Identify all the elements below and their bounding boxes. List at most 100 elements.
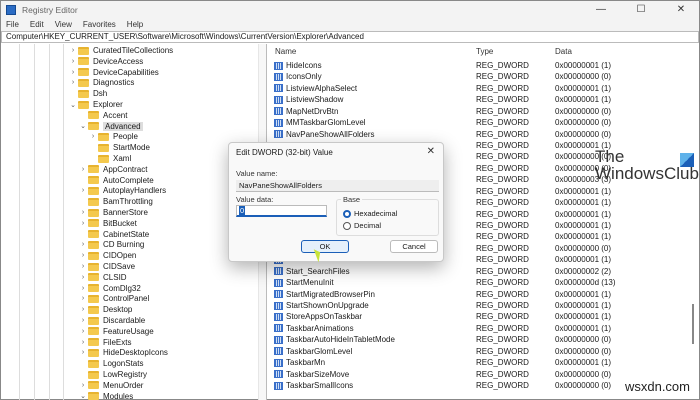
tree-item-label: ControlPanel: [103, 294, 150, 304]
tree-item[interactable]: › CLSID: [79, 272, 127, 283]
tree-item[interactable]: › Desktop: [79, 304, 133, 315]
tree-item[interactable]: StartMode: [89, 142, 150, 153]
tree-item[interactable]: ⌄ Explorer: [69, 99, 123, 110]
expand-chevron-icon[interactable]: ›: [69, 79, 77, 86]
tree-item[interactable]: › BitBucket: [79, 218, 137, 229]
expand-chevron-icon[interactable]: ⌄: [69, 101, 77, 109]
expand-chevron-icon[interactable]: ›: [79, 306, 87, 313]
expand-chevron-icon[interactable]: ›: [79, 220, 87, 227]
value-row[interactable]: NavPaneShowAllFolders REG_DWORD 0x00000000…: [271, 129, 691, 140]
value-data: 0x00000001 (1): [555, 186, 612, 196]
column-header-name[interactable]: Name: [275, 47, 296, 59]
menu-favorites[interactable]: Favorites: [83, 20, 116, 29]
value-row[interactable]: HideIcons REG_DWORD 0x00000001 (1): [271, 60, 691, 71]
reg-dword-icon: [274, 301, 283, 310]
tree-item[interactable]: › MenuOrder: [79, 380, 144, 391]
tree-item[interactable]: › FileExts: [79, 337, 132, 348]
tree-item[interactable]: › FeatureUsage: [79, 326, 154, 337]
expand-chevron-icon[interactable]: ›: [69, 69, 77, 76]
value-row[interactable]: MMTaskbarGlomLevel REG_DWORD 0x00000000 (0…: [271, 117, 691, 128]
minimize-button[interactable]: —: [581, 1, 621, 18]
expand-chevron-icon[interactable]: ⌄: [79, 392, 87, 400]
tree-item[interactable]: Accent: [79, 110, 127, 121]
menu-help[interactable]: Help: [127, 20, 143, 29]
tree-item[interactable]: › HideDesktopIcons: [79, 347, 168, 358]
expand-chevron-icon[interactable]: ›: [79, 317, 87, 324]
close-button[interactable]: ✕: [661, 1, 700, 18]
value-row[interactable]: StoreAppsOnTaskbar REG_DWORD 0x00000001 (1…: [271, 311, 691, 322]
tree-item[interactable]: LogonStats: [79, 358, 143, 369]
list-scrollbar[interactable]: [692, 304, 694, 344]
expand-chevron-icon[interactable]: ⌄: [79, 122, 87, 130]
value-row[interactable]: ListviewShadow REG_DWORD 0x00000001 (1): [271, 94, 691, 105]
tree-item[interactable]: › DeviceCapabilities: [69, 67, 159, 78]
expand-chevron-icon[interactable]: ›: [79, 382, 87, 389]
expand-chevron-icon[interactable]: ›: [89, 133, 97, 140]
decimal-radio[interactable]: Decimal: [343, 221, 381, 230]
folder-icon: [88, 165, 99, 174]
value-row[interactable]: StartMigratedBrowserPin REG_DWORD 0x000000…: [271, 289, 691, 300]
value-data: 0x00000001 (1): [555, 232, 612, 242]
value-row[interactable]: TaskbarAnimations REG_DWORD 0x00000001 (1): [271, 323, 691, 334]
tree-item[interactable]: LowRegistry: [79, 369, 147, 380]
expand-chevron-icon[interactable]: ›: [79, 241, 87, 248]
tree-item[interactable]: › Discardable: [79, 315, 145, 326]
tree-item[interactable]: AutoComplete: [79, 175, 154, 186]
tree-item[interactable]: ⌄ Modules: [79, 391, 133, 400]
tree-item[interactable]: › People: [89, 131, 138, 142]
registry-editor-icon: [6, 4, 16, 15]
value-data-input[interactable]: 0: [236, 205, 327, 217]
expand-chevron-icon[interactable]: ›: [79, 166, 87, 173]
menu-file[interactable]: File: [6, 20, 19, 29]
tree-item[interactable]: › CuratedTileCollections: [69, 45, 173, 56]
value-row[interactable]: StartShownOnUpgrade REG_DWORD 0x00000001 (…: [271, 300, 691, 311]
expand-chevron-icon[interactable]: ›: [79, 295, 87, 302]
expand-chevron-icon[interactable]: ›: [79, 328, 87, 335]
hexadecimal-radio[interactable]: Hexadecimal: [343, 209, 397, 218]
ok-button[interactable]: OK: [301, 240, 349, 253]
value-row[interactable]: Start_SearchFiles REG_DWORD 0x00000002 (2): [271, 266, 691, 277]
expand-chevron-icon[interactable]: ›: [79, 263, 87, 270]
expand-chevron-icon[interactable]: ›: [69, 47, 77, 54]
tree-item[interactable]: › AutoplayHandlers: [79, 185, 166, 196]
value-row[interactable]: MapNetDrvBtn REG_DWORD 0x00000000 (0): [271, 106, 691, 117]
tree-item[interactable]: › BannerStore: [79, 207, 148, 218]
tree-item[interactable]: › AppContract: [79, 164, 148, 175]
tree-item[interactable]: › DeviceAccess: [69, 56, 143, 67]
value-row[interactable]: ListviewAlphaSelect REG_DWORD 0x00000001 (…: [271, 83, 691, 94]
value-row[interactable]: StartMenuInit REG_DWORD 0x0000000d (13): [271, 277, 691, 288]
dialog-close-icon[interactable]: ✕: [427, 146, 435, 157]
menu-view[interactable]: View: [55, 20, 72, 29]
expand-chevron-icon[interactable]: ›: [79, 339, 87, 346]
value-row[interactable]: TaskbarAutoHideInTabletMode REG_DWORD 0x00…: [271, 334, 691, 345]
folder-icon: [98, 154, 109, 163]
tree-item[interactable]: CabinetState: [79, 229, 149, 240]
value-row[interactable]: TaskbarMn REG_DWORD 0x00000001 (1): [271, 357, 691, 368]
tree-item[interactable]: › ComDlg32: [79, 283, 141, 294]
maximize-button[interactable]: ☐: [621, 1, 661, 18]
column-header-type[interactable]: Type: [476, 47, 493, 59]
tree-item[interactable]: ⌄ Advanced: [79, 121, 143, 132]
value-row[interactable]: TaskbarGlomLevel REG_DWORD 0x00000000 (0): [271, 346, 691, 357]
expand-chevron-icon[interactable]: ›: [79, 349, 87, 356]
tree-item[interactable]: › CIDOpen: [79, 250, 137, 261]
value-row[interactable]: IconsOnly REG_DWORD 0x00000000 (0): [271, 71, 691, 82]
tree-item[interactable]: Xaml: [89, 153, 131, 164]
tree-item[interactable]: Dsh: [69, 88, 107, 99]
tree-item[interactable]: BamThrottling: [79, 196, 153, 207]
expand-chevron-icon[interactable]: ›: [79, 187, 87, 194]
tree-item[interactable]: › ControlPanel: [79, 293, 149, 304]
expand-chevron-icon[interactable]: ›: [69, 58, 77, 65]
value-row[interactable]: TaskbarSizeMove REG_DWORD 0x00000000 (0): [271, 369, 691, 380]
tree-item[interactable]: › CIDSave: [79, 261, 135, 272]
cancel-button[interactable]: Cancel: [390, 240, 438, 253]
address-bar[interactable]: Computer\HKEY_CURRENT_USER\Software\Micr…: [1, 31, 699, 43]
tree-item[interactable]: › CD Burning: [79, 239, 145, 250]
menu-edit[interactable]: Edit: [30, 20, 44, 29]
tree-item[interactable]: › Diagnostics: [69, 77, 135, 88]
expand-chevron-icon[interactable]: ›: [79, 252, 87, 259]
expand-chevron-icon[interactable]: ›: [79, 209, 87, 216]
expand-chevron-icon[interactable]: ›: [79, 274, 87, 281]
column-header-data[interactable]: Data: [555, 47, 572, 59]
expand-chevron-icon[interactable]: ›: [79, 285, 87, 292]
